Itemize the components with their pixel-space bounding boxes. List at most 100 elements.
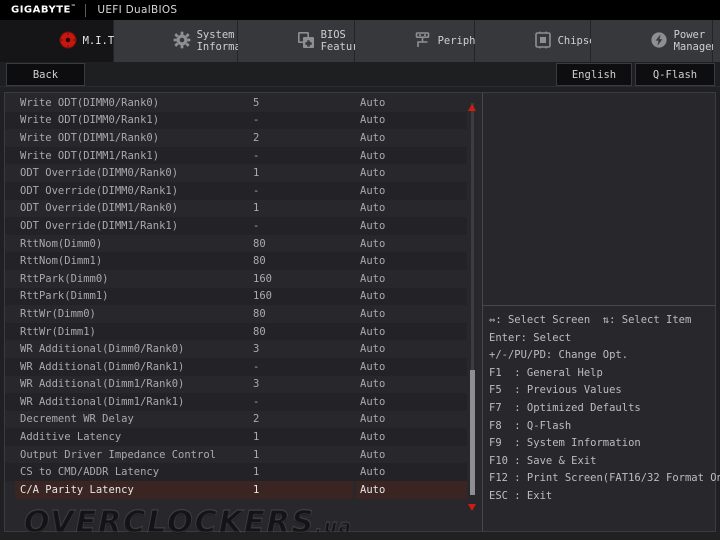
- help-panel: ⇔: Select Screen ⇅: Select ItemEnter: Se…: [489, 312, 717, 506]
- help-line: F5 : Previous Values: [489, 382, 717, 400]
- setting-option-value[interactable]: Auto: [360, 308, 385, 320]
- gear-icon: [122, 19, 191, 64]
- setting-option-value[interactable]: Auto: [360, 185, 385, 197]
- table-row[interactable]: Decrement WR Delay 2 Auto: [5, 411, 467, 429]
- setting-current-value: 80: [253, 238, 266, 250]
- table-row[interactable]: ODT Override(DIMM1/Rank0)1Auto: [5, 200, 467, 218]
- help-line: +/-/PU/PD: Change Opt.: [489, 347, 717, 365]
- setting-option-value[interactable]: Auto: [360, 378, 385, 390]
- table-row[interactable]: ODT Override(DIMM0/Rank1) - Auto: [5, 182, 467, 200]
- help-line: ESC : Exit: [489, 488, 717, 506]
- setting-option-value[interactable]: Auto: [360, 167, 385, 179]
- setting-current-value: 2: [253, 132, 259, 144]
- scrollbar-thumb[interactable]: [470, 370, 475, 495]
- setting-current-value: 80: [253, 255, 266, 267]
- setting-label: WR Additional(Dimm1/Rank1): [20, 396, 184, 408]
- help-line: F10 : Save & Exit: [489, 453, 717, 471]
- tab-save-and-exit[interactable]: Save & Exit: [713, 20, 720, 62]
- table-row[interactable]: Output Driver Impedance Control1Auto: [5, 446, 467, 464]
- setting-current-value: 160: [253, 273, 272, 285]
- setting-option-value[interactable]: Auto: [360, 361, 385, 373]
- setting-option-value[interactable]: Auto: [360, 326, 385, 338]
- setting-option-value[interactable]: Auto: [360, 431, 385, 443]
- tab-bios-features[interactable]: BIOS Features: [238, 20, 355, 62]
- setting-option-value[interactable]: Auto: [360, 220, 385, 232]
- table-row[interactable]: RttNom(Dimm1)80Auto: [5, 252, 467, 270]
- tab-chipset[interactable]: Chipset: [475, 20, 591, 62]
- setting-option-value[interactable]: Auto: [360, 255, 385, 267]
- setting-option-value[interactable]: Auto: [360, 273, 385, 285]
- table-row[interactable]: Write ODT(DIMM0/Rank1)-Auto: [5, 112, 467, 130]
- setting-option-value[interactable]: Auto: [360, 132, 385, 144]
- setting-current-value: 1: [253, 484, 259, 496]
- table-row[interactable]: WR Additional(Dimm1/Rank0)3Auto: [5, 376, 467, 394]
- tab-power-management[interactable]: Power Management: [591, 20, 713, 62]
- back-button[interactable]: Back: [6, 63, 85, 86]
- table-row[interactable]: WR Additional(Dimm1/Rank1)-Auto: [5, 393, 467, 411]
- table-row[interactable]: ODT Override(DIMM0/Rank0)1Auto: [5, 164, 467, 182]
- table-row[interactable]: CS to CMD/ADDR Latency1Auto: [5, 463, 467, 481]
- setting-label: RttPark(Dimm1): [20, 290, 109, 302]
- setting-label: Decrement WR Delay: [20, 413, 134, 425]
- setting-label: ODT Override(DIMM1/Rank0): [20, 202, 178, 214]
- setting-current-value: 80: [253, 308, 266, 320]
- table-row[interactable]: RttNom(Dimm0) 80 Auto: [5, 235, 467, 253]
- peripherals-plug-icon: [363, 19, 432, 64]
- settings-list[interactable]: Write ODT(DIMM0/Rank0)5AutoWrite ODT(DIM…: [5, 94, 467, 504]
- help-panel-top-divider: [483, 305, 716, 306]
- table-row[interactable]: RttWr(Dimm0)80Auto: [5, 305, 467, 323]
- language-button[interactable]: English: [556, 63, 632, 86]
- setting-label: C/A Parity Latency: [20, 484, 134, 496]
- q-flash-button[interactable]: Q-Flash: [635, 63, 715, 86]
- setting-option-value[interactable]: Auto: [360, 290, 385, 302]
- table-row[interactable]: Write ODT(DIMM0/Rank0)5Auto: [5, 94, 467, 112]
- chipset-icon: [483, 19, 552, 64]
- tab-peripherals[interactable]: Peripherals: [355, 20, 475, 62]
- setting-option-value[interactable]: Auto: [360, 150, 385, 162]
- table-row[interactable]: Write ODT(DIMM1/Rank0)2Auto: [5, 129, 467, 147]
- table-row[interactable]: C/A Parity Latency 1 Auto: [5, 481, 467, 499]
- setting-label: Additive Latency: [20, 431, 121, 443]
- setting-option-value[interactable]: Auto: [360, 238, 385, 250]
- main-tab-bar: M.I.T.: [0, 20, 720, 62]
- setting-option-value[interactable]: Auto: [360, 97, 385, 109]
- table-row[interactable]: RttPark(Dimm1)160Auto: [5, 288, 467, 306]
- setting-current-value: 1: [253, 466, 259, 478]
- table-row[interactable]: Additive Latency1Auto: [5, 428, 467, 446]
- setting-current-value: 3: [253, 378, 259, 390]
- setting-option-value[interactable]: Auto: [360, 202, 385, 214]
- help-line: ⇔: Select Screen ⇅: Select Item: [489, 312, 717, 330]
- setting-option-value[interactable]: Auto: [360, 449, 385, 461]
- setting-option-value[interactable]: Auto: [360, 413, 385, 425]
- help-line: F12 : Print Screen(FAT16/32 Format Only): [489, 470, 717, 488]
- setting-option-value[interactable]: Auto: [360, 484, 385, 496]
- setting-label: Write ODT(DIMM0/Rank0): [20, 97, 159, 109]
- table-row[interactable]: RttPark(Dimm0)160Auto: [5, 270, 467, 288]
- table-row[interactable]: WR Additional(Dimm0/Rank0)3Auto: [5, 340, 467, 358]
- setting-option-value[interactable]: Auto: [360, 343, 385, 355]
- setting-option-value[interactable]: Auto: [360, 396, 385, 408]
- setting-label: ODT Override(DIMM0/Rank1): [20, 185, 178, 197]
- setting-current-value: 80: [253, 326, 266, 338]
- setting-label: WR Additional(Dimm0/Rank1): [20, 361, 184, 373]
- setting-label: ODT Override(DIMM0/Rank0): [20, 167, 178, 179]
- help-line: F8 : Q-Flash: [489, 418, 717, 436]
- setting-current-value: 3: [253, 343, 259, 355]
- power-bolt-icon: [599, 19, 668, 64]
- setting-option-value[interactable]: Auto: [360, 466, 385, 478]
- gigabyte-logo: GIGABYTE™: [0, 4, 76, 15]
- table-row[interactable]: Write ODT(DIMM1/Rank1)-Auto: [5, 147, 467, 165]
- table-row[interactable]: WR Additional(Dimm0/Rank1)-Auto: [5, 358, 467, 376]
- setting-current-value: 2: [253, 413, 259, 425]
- setting-label: Write ODT(DIMM1/Rank1): [20, 150, 159, 162]
- tab-system-information[interactable]: System Information: [114, 20, 238, 62]
- table-row[interactable]: RttWr(Dimm1)80Auto: [5, 323, 467, 341]
- setting-current-value: -: [253, 185, 259, 197]
- scroll-down-arrow-icon[interactable]: [468, 504, 476, 511]
- setting-option-value[interactable]: Auto: [360, 114, 385, 126]
- table-row[interactable]: ODT Override(DIMM1/Rank1)-Auto: [5, 217, 467, 235]
- tab-mit[interactable]: M.I.T.: [0, 20, 114, 62]
- bios-screen: GIGABYTE™ UEFI DualBIOS M.I.T.: [0, 0, 720, 540]
- scroll-up-arrow-icon[interactable]: [468, 104, 476, 111]
- setting-label: RttNom(Dimm0): [20, 238, 102, 250]
